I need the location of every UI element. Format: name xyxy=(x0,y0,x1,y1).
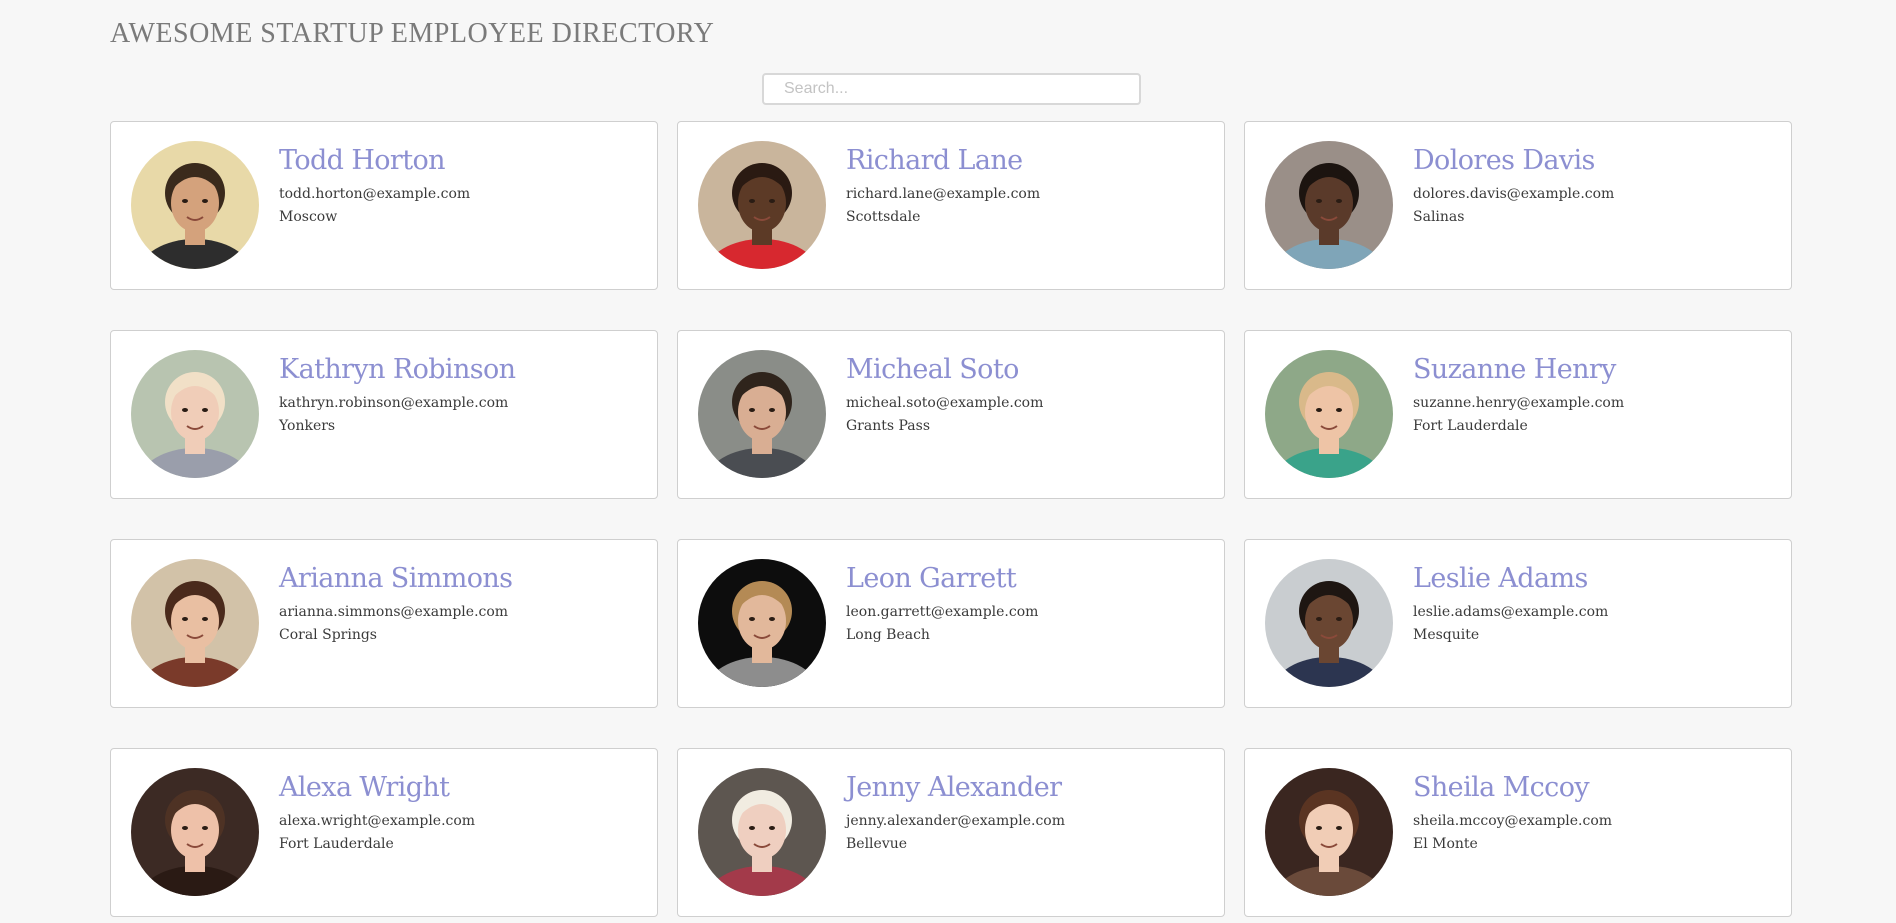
employee-avatar xyxy=(131,141,259,269)
employee-card[interactable]: Leslie Adams leslie.adams@example.com Mesq… xyxy=(1244,539,1792,708)
search-input[interactable] xyxy=(762,73,1141,105)
employee-card[interactable]: Leon Garrett leon.garrett@example.com Long… xyxy=(677,539,1225,708)
employee-info: Leon Garrett leon.garrett@example.com Long… xyxy=(846,562,1214,644)
employee-city: Fort Lauderdale xyxy=(279,836,394,852)
employee-avatar xyxy=(131,559,259,687)
employee-directory-page: AWESOME STARTUP EMPLOYEE DIRECTORY Todd … xyxy=(0,0,1896,923)
employee-grid: Todd Horton todd.horton@example.com Moscow… xyxy=(110,121,1793,917)
employee-avatar xyxy=(1265,350,1393,478)
employee-name: Sheila Mccoy xyxy=(1413,772,1590,803)
employee-name: Leslie Adams xyxy=(1413,563,1588,594)
employee-city: Bellevue xyxy=(846,836,908,852)
employee-card[interactable]: Micheal Soto micheal.soto@example.com Gran… xyxy=(677,330,1225,499)
employee-info: Dolores Davis dolores.davis@example.com Sa… xyxy=(1413,144,1781,226)
employee-info: Todd Horton todd.horton@example.com Moscow xyxy=(279,144,647,226)
employee-avatar xyxy=(131,350,259,478)
employee-email: micheal.soto@example.com xyxy=(846,395,1044,411)
employee-name: Suzanne Henry xyxy=(1413,354,1616,385)
employee-info: Sheila Mccoy sheila.mccoy@example.com El M… xyxy=(1413,771,1781,853)
employee-name: Jenny Alexander xyxy=(846,772,1062,803)
search-container xyxy=(762,73,1141,105)
employee-city: Salinas xyxy=(1413,209,1465,225)
employee-city: Fort Lauderdale xyxy=(1413,418,1528,434)
employee-card[interactable]: Suzanne Henry suzanne.henry@example.com Fo… xyxy=(1244,330,1792,499)
employee-info: Jenny Alexander jenny.alexander@example.c… xyxy=(846,771,1214,853)
employee-avatar xyxy=(1265,141,1393,269)
employee-city: Grants Pass xyxy=(846,418,931,434)
employee-name: Kathryn Robinson xyxy=(279,354,516,385)
employee-city: Coral Springs xyxy=(279,627,377,643)
employee-info: Arianna Simmons arianna.simmons@example.c… xyxy=(279,562,647,644)
employee-email: todd.horton@example.com xyxy=(279,186,471,202)
employee-info: Alexa Wright alexa.wright@example.com Fort… xyxy=(279,771,647,853)
employee-name: Arianna Simmons xyxy=(279,563,513,594)
employee-info: Leslie Adams leslie.adams@example.com Mesq… xyxy=(1413,562,1781,644)
employee-card[interactable]: Arianna Simmons arianna.simmons@example.c… xyxy=(110,539,658,708)
employee-avatar xyxy=(698,768,826,896)
employee-card[interactable]: Dolores Davis dolores.davis@example.com Sa… xyxy=(1244,121,1792,290)
employee-avatar xyxy=(698,350,826,478)
employee-email: alexa.wright@example.com xyxy=(279,813,476,829)
employee-email: suzanne.henry@example.com xyxy=(1413,395,1625,411)
employee-name: Todd Horton xyxy=(279,145,446,176)
employee-email: leon.garrett@example.com xyxy=(846,604,1039,620)
employee-info: Micheal Soto micheal.soto@example.com Gran… xyxy=(846,353,1214,435)
employee-email: dolores.davis@example.com xyxy=(1413,186,1615,202)
employee-name: Dolores Davis xyxy=(1413,145,1595,176)
employee-city: Moscow xyxy=(279,209,338,225)
employee-card[interactable]: Sheila Mccoy sheila.mccoy@example.com El M… xyxy=(1244,748,1792,917)
employee-city: Scottsdale xyxy=(846,209,921,225)
employee-name: Leon Garrett xyxy=(846,563,1017,594)
employee-card[interactable]: Kathryn Robinson kathryn.robinson@example… xyxy=(110,330,658,499)
employee-card[interactable]: Alexa Wright alexa.wright@example.com Fort… xyxy=(110,748,658,917)
employee-avatar xyxy=(1265,559,1393,687)
page-title: AWESOME STARTUP EMPLOYEE DIRECTORY xyxy=(110,18,715,49)
employee-card[interactable]: Richard Lane richard.lane@example.com Scot… xyxy=(677,121,1225,290)
employee-email: kathryn.robinson@example.com xyxy=(279,395,509,411)
employee-email: jenny.alexander@example.com xyxy=(846,813,1065,829)
employee-avatar xyxy=(1265,768,1393,896)
employee-avatar xyxy=(698,141,826,269)
employee-email: richard.lane@example.com xyxy=(846,186,1041,202)
employee-avatar xyxy=(131,768,259,896)
employee-info: Richard Lane richard.lane@example.com Scot… xyxy=(846,144,1214,226)
employee-card[interactable]: Jenny Alexander jenny.alexander@example.c… xyxy=(677,748,1225,917)
employee-email: sheila.mccoy@example.com xyxy=(1413,813,1613,829)
employee-avatar xyxy=(698,559,826,687)
employee-city: El Monte xyxy=(1413,836,1478,852)
employee-info: Suzanne Henry suzanne.henry@example.com Fo… xyxy=(1413,353,1781,435)
employee-name: Alexa Wright xyxy=(279,772,450,803)
employee-city: Yonkers xyxy=(279,418,336,434)
employee-city: Long Beach xyxy=(846,627,930,643)
employee-name: Richard Lane xyxy=(846,145,1023,176)
employee-city: Mesquite xyxy=(1413,627,1480,643)
employee-info: Kathryn Robinson kathryn.robinson@example… xyxy=(279,353,647,435)
employee-name: Micheal Soto xyxy=(846,354,1019,385)
employee-email: arianna.simmons@example.com xyxy=(279,604,509,620)
employee-card[interactable]: Todd Horton todd.horton@example.com Moscow xyxy=(110,121,658,290)
employee-email: leslie.adams@example.com xyxy=(1413,604,1609,620)
